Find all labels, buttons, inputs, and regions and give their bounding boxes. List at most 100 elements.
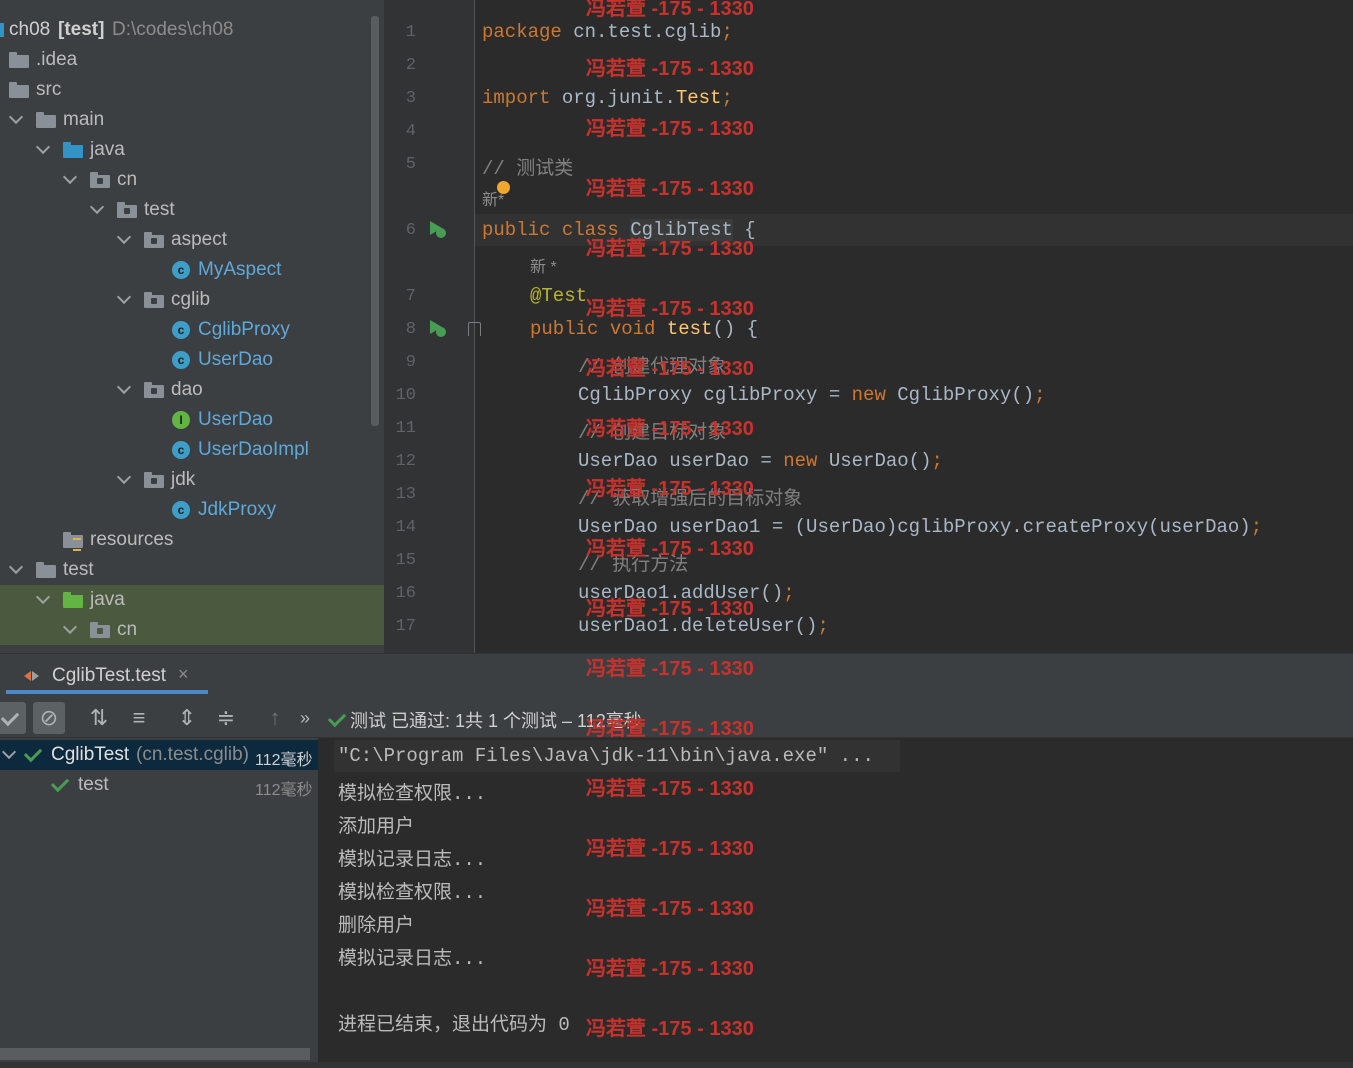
line-number: 1 [405, 23, 416, 42]
tree-item-label: resources [90, 529, 174, 550]
class-icon: c [172, 261, 190, 279]
watermark-text: 冯若萱 -175 - 1330 [586, 418, 754, 440]
tree-item-label: cn [117, 169, 138, 190]
tree-item-userdaoimpl[interactable]: c UserDaoImpl [0, 435, 384, 465]
line-number: 12 [395, 452, 416, 471]
tree-item-jdkproxy[interactable]: c JdkProxy [0, 495, 384, 525]
tree-item-resources[interactable]: resources [0, 525, 384, 555]
tree-item-label: UserDaoImpl [198, 439, 309, 460]
test-duration: 112毫秒 [255, 752, 313, 769]
tree-item-dao[interactable]: dao [0, 375, 384, 405]
chevron-down-icon[interactable] [118, 234, 128, 244]
run-test-icon[interactable] [428, 220, 446, 238]
tree-item-test-java[interactable]: java [0, 585, 384, 615]
chevron-down-icon[interactable] [37, 144, 47, 154]
tree-item-main[interactable]: main [0, 105, 384, 135]
tree-item-cn[interactable]: cn [0, 165, 384, 195]
chevron-down-icon[interactable] [10, 114, 20, 124]
chevron-down-icon[interactable] [118, 294, 128, 304]
code-line-3: import org.junit.Test; [482, 87, 733, 109]
chevron-down-icon[interactable] [64, 174, 74, 184]
chevron-down-icon[interactable] [91, 204, 101, 214]
console-line: 模拟检查权限... [338, 882, 487, 904]
tree-item-cglibproxy[interactable]: c CglibProxy [0, 315, 384, 345]
folder-icon [36, 562, 56, 578]
package-icon [117, 202, 137, 218]
folder-icon [9, 82, 29, 98]
project-tool-window: ch08 [test] D:\codes\ch08 .idea src main… [0, 0, 384, 653]
folder-icon [9, 52, 29, 68]
tree-item-label: aspect [171, 229, 227, 250]
expand-all-icon[interactable]: ⇕ [171, 702, 203, 734]
fold-icon[interactable] [468, 322, 481, 336]
tree-item-label: JdkProxy [198, 499, 277, 520]
run-tab-label[interactable]: CglibTest.test [52, 665, 166, 687]
line-number: 8 [405, 320, 416, 339]
sort-alpha-button[interactable]: ⇅ [83, 702, 115, 734]
more-actions-icon[interactable]: » [289, 702, 321, 734]
author-hint[interactable]: 新 * [530, 253, 557, 277]
collapse-all-icon[interactable]: ≑ [210, 702, 242, 734]
line-number: 6 [405, 221, 416, 240]
tree-item-src[interactable]: src [0, 75, 384, 105]
chevron-down-icon[interactable] [118, 474, 128, 484]
tree-item-label: .idea [36, 49, 78, 70]
root-name: ch08 [9, 19, 51, 40]
project-scrollbar[interactable] [371, 16, 379, 426]
class-icon: c [172, 441, 190, 459]
watermark-text: 冯若萱 -175 - 1330 [586, 298, 754, 320]
status-strip [0, 1062, 1353, 1068]
tree-item-cglib[interactable]: cglib [0, 285, 384, 315]
sort-duration-button[interactable]: ≡ [123, 702, 155, 734]
code-editor[interactable]: 1 2 3 4 5 6 7 8 9 10 11 12 13 14 15 16 1… [384, 0, 1353, 653]
lightbulb-icon[interactable] [497, 181, 510, 194]
tree-item-label: test [63, 559, 94, 580]
chevron-down-icon[interactable] [37, 594, 47, 604]
line-number: 13 [395, 485, 416, 504]
tree-item-label: java [90, 589, 125, 610]
watermark-text: 冯若萱 -175 - 1330 [586, 538, 754, 560]
line-number: 3 [405, 89, 416, 108]
tree-item-idea[interactable]: .idea [0, 45, 384, 75]
console-line: 删除用户 [338, 915, 415, 937]
close-tab-icon[interactable]: × [178, 664, 189, 685]
previous-failed-icon[interactable]: ↑ [259, 702, 291, 734]
tree-item-label: CglibProxy [198, 319, 290, 340]
tree-item-jdk[interactable]: jdk [0, 465, 384, 495]
line-number: 17 [395, 617, 416, 636]
show-ignored-button[interactable]: ⊘ [33, 702, 65, 734]
tree-item-test-root[interactable]: test [0, 555, 384, 585]
tree-item-userdao-class[interactable]: c UserDao [0, 345, 384, 375]
test-result-row[interactable]: CglibTest (cn.test.cglib) 112毫秒 [0, 740, 318, 770]
root-module: [test] [58, 19, 105, 40]
watermark-text: 冯若萱 -175 - 1330 [586, 658, 754, 680]
folder-icon [36, 112, 56, 128]
tree-item-test-package[interactable]: test [0, 195, 384, 225]
tree-item-test-cn[interactable]: cn [0, 615, 384, 645]
code-line-12: UserDao userDao = new UserDao(); [578, 450, 943, 472]
code-line-10: CglibProxy cglibProxy = new CglibProxy()… [578, 384, 1046, 406]
show-passed-button[interactable] [0, 702, 26, 734]
watermark-text: 冯若萱 -175 - 1330 [586, 118, 754, 140]
chevron-down-icon[interactable] [10, 564, 20, 574]
tree-item-aspect[interactable]: aspect [0, 225, 384, 255]
test-source-folder-icon [63, 592, 83, 608]
passed-check-icon [50, 773, 70, 796]
test-result-row[interactable]: test 112毫秒 [0, 770, 318, 800]
console-line: 进程已结束，退出代码为 0 [338, 1014, 570, 1036]
watermark-text: 冯若萱 -175 - 1330 [586, 478, 754, 500]
class-icon: c [172, 501, 190, 519]
tree-item-java[interactable]: java [0, 135, 384, 165]
results-horizontal-scrollbar[interactable] [0, 1048, 310, 1060]
tree-item-root[interactable]: ch08 [test] D:\codes\ch08 [0, 15, 384, 45]
chevron-down-icon[interactable] [118, 384, 128, 394]
test-duration: 112毫秒 [255, 782, 313, 799]
tree-item-myaspect[interactable]: c MyAspect [0, 255, 384, 285]
tree-item-label: cglib [171, 289, 211, 310]
watermark-text: 冯若萱 -175 - 1330 [586, 1018, 754, 1040]
run-test-icon[interactable] [428, 319, 446, 337]
chevron-down-icon[interactable] [3, 749, 13, 759]
chevron-down-icon[interactable] [64, 624, 74, 634]
tree-item-userdao-interface[interactable]: I UserDao [0, 405, 384, 435]
package-icon [90, 172, 110, 188]
